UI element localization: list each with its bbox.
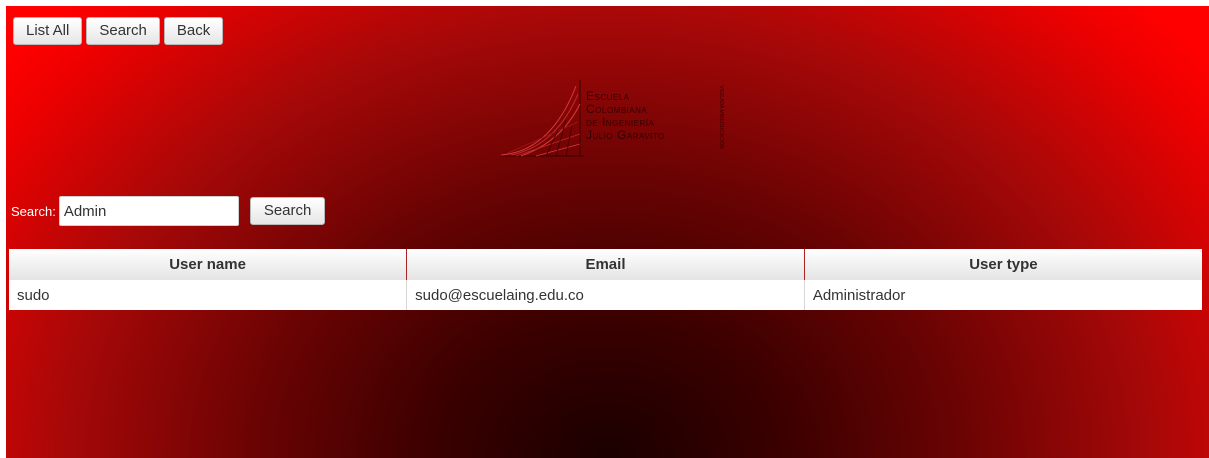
search-input[interactable] <box>58 196 239 226</box>
list-all-button[interactable]: List All <box>13 17 83 45</box>
search-label: Search: <box>11 203 56 219</box>
back-button[interactable]: Back <box>163 17 224 45</box>
search-nav-button[interactable]: Search <box>86 17 160 45</box>
logo-vertical-divider: VIGILADA MINEDUCACIÓN <box>716 84 726 154</box>
users-table: User name Email User type sudo sudo@escu… <box>9 249 1202 310</box>
logo-vertical-text: VIGILADA MINEDUCACIÓN <box>718 85 724 149</box>
table-row[interactable]: sudo sudo@escuelaing.edu.co Administrado… <box>9 280 1202 310</box>
column-header-user-name[interactable]: User name <box>9 249 408 280</box>
search-bar: Search: Search <box>11 196 326 226</box>
toolbar: List All Search Back <box>13 17 224 45</box>
column-header-user-type[interactable]: User type <box>804 249 1202 280</box>
search-submit-button[interactable]: Search <box>249 197 326 225</box>
cell-email: sudo@escuelaing.edu.co <box>406 280 805 310</box>
logo-line-4: Julio Garavito <box>586 128 665 142</box>
school-logo: Escuela Colombiana de Ingeniería Julio G… <box>496 76 726 160</box>
page-background: List All Search Back Escuela Colombiana … <box>6 6 1209 458</box>
table-header-row: User name Email User type <box>9 249 1202 280</box>
column-header-email[interactable]: Email <box>406 249 805 280</box>
cell-user-type: Administrador <box>804 280 1202 310</box>
logo-wordmark: Escuela Colombiana de Ingeniería Julio G… <box>586 90 665 142</box>
logo-graphic <box>500 80 584 157</box>
cell-user-name: sudo <box>9 280 408 310</box>
